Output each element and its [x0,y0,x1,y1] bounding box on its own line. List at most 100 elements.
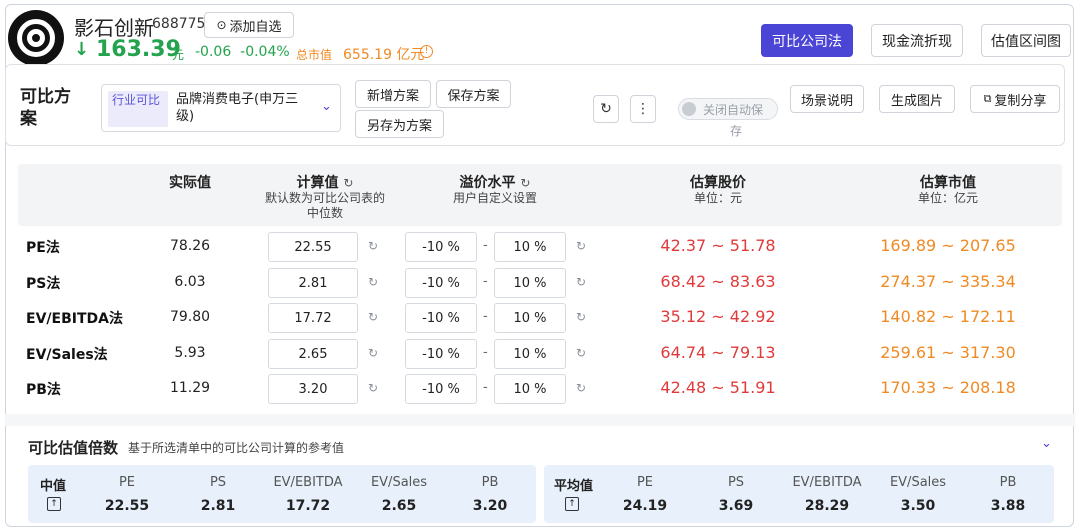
average-card: 平均值 ↑ [544,465,1054,523]
copy-share-button[interactable]: ⧉ 复制分享 [970,85,1060,113]
estimated-mcap-range: 170.33 ~ 208.18 [880,378,1016,397]
row-actual-value: 6.03 [174,274,206,290]
row-refresh-icon[interactable]: ↻ [368,310,378,324]
auto-save-label-cont: 存 [730,124,743,138]
row-premium-refresh-icon[interactable]: ↻ [576,381,586,395]
average-value-0: 24.19 [622,498,668,514]
expand-icon[interactable]: ↑ [47,497,61,511]
premium-high-input[interactable]: 10 % [494,268,566,298]
generate-image-button[interactable]: 生成图片 [879,85,955,113]
row-actual-value: 5.93 [174,345,206,361]
premium-low-input[interactable]: -10 % [405,303,477,333]
expand-icon[interactable]: ↑ [565,497,579,511]
calc-value-input[interactable]: 3.20 [268,374,358,404]
new-plan-button[interactable]: 新增方案 [355,80,431,108]
premium-high-input[interactable]: 10 % [494,339,566,369]
header-premium-refresh-icon[interactable]: ↻ [520,176,530,190]
tab-valuation-range[interactable]: 估值区间图 [981,24,1071,57]
info-icon[interactable]: ! [420,45,433,58]
estimated-mcap-range: 169.89 ~ 207.65 [880,236,1016,255]
calc-value-input[interactable]: 22.55 [268,232,358,262]
median-value-2: 17.72 [285,498,331,514]
premium-low-input[interactable]: -10 % [405,268,477,298]
market-cap-value: 655.19 亿元 [343,47,425,63]
row-premium-refresh-icon[interactable]: ↻ [576,275,586,289]
median-value-3: 2.65 [381,498,417,514]
premium-high-input[interactable]: 10 % [494,303,566,333]
chevron-down-icon[interactable]: ⌄ [1041,436,1052,451]
row-refresh-icon[interactable]: ↻ [368,381,378,395]
premium-high-input[interactable]: 10 % [494,374,566,404]
scene-description-button[interactable]: 场景说明 [790,85,864,113]
calc-value-input[interactable]: 17.72 [268,303,358,333]
save-as-plan-button[interactable]: 另存为方案 [355,110,444,138]
row-method-name: PE法 [26,240,60,256]
calc-value-input[interactable]: 2.65 [268,339,358,369]
header-premium: 溢价水平 ↻ [440,172,550,192]
range-dash: - [483,380,488,395]
row-refresh-icon[interactable]: ↻ [368,346,378,360]
calc-value-input[interactable]: 2.81 [268,268,358,298]
average-value-2: 28.29 [804,498,850,514]
refresh-icon[interactable]: ↻ [593,95,619,123]
average-header-2: EV/EBITDA [792,475,862,490]
estimated-price-range: 64.74 ~ 79.13 [660,343,776,362]
section-divider [5,414,1075,426]
average-header-0: PE [636,475,654,490]
row-premium-refresh-icon[interactable]: ↻ [576,310,586,324]
header-mcap: 估算市值 [920,175,976,191]
row-actual-value: 11.29 [169,380,211,396]
panel-title: 可比方案 [20,87,71,129]
header-calc: 计算值 ↻ [270,172,380,192]
premium-low-input[interactable]: -10 % [405,232,477,262]
price-change: -0.06 -0.04% [195,44,290,60]
row-method-name: PB法 [26,382,61,398]
header-premium-label: 溢价水平 [459,175,516,191]
header-calc-sub-line1: 默认数为可比公司表的 [264,191,385,205]
median-header-3: EV/Sales [370,475,428,490]
header-calc-refresh-icon[interactable]: ↻ [343,176,353,190]
row-refresh-icon[interactable]: ↻ [368,275,378,289]
industry-select[interactable]: 行业可比 品牌消费电子(申万三级) ⌄ [101,84,341,132]
range-dash: - [483,274,488,289]
save-plan-button[interactable]: 保存方案 [436,80,511,108]
range-dash: - [483,309,488,324]
estimated-mcap-range: 140.82 ~ 172.11 [880,307,1016,326]
chevron-down-icon: ⌄ [321,99,332,114]
premium-low-input[interactable]: -10 % [405,374,477,404]
range-dash: - [483,345,488,360]
average-value-3: 3.50 [900,498,936,514]
row-premium-refresh-icon[interactable]: ↻ [576,239,586,253]
average-header-1: PS [727,475,745,490]
median-value-0: 22.55 [104,498,150,514]
median-header-4: PB [481,475,499,490]
median-value-4: 3.20 [472,498,508,514]
header-actual: 实际值 [169,175,211,191]
price-change-pct: -0.04% [240,44,290,60]
median-header-0: PE [118,475,136,490]
row-refresh-icon[interactable]: ↻ [368,239,378,253]
premium-high-input[interactable]: 10 % [494,232,566,262]
more-icon[interactable]: ⋮ [630,95,656,123]
price-unit: 元 [172,48,185,62]
premium-low-input[interactable]: -10 % [405,339,477,369]
price-change-abs: -0.06 [195,44,232,60]
row-method-name: EV/EBITDA法 [26,311,123,327]
multiples-title: 可比估值倍数 [28,439,119,457]
estimated-price-range: 42.37 ~ 51.78 [660,236,776,255]
header-price: 估算股价 [690,175,746,191]
average-header-3: EV/Sales [889,475,947,490]
multiples-subtitle: 基于所选清单中的可比公司计算的参考值 [128,441,345,455]
median-header-1: PS [209,475,227,490]
tab-dcf[interactable]: 现金流折现 [871,24,963,57]
add-watchlist-button[interactable]: ⊙ 添加自选 [204,12,294,38]
header-mcap-unit: 单位：亿元 [917,191,978,205]
median-label: 中值 [40,479,67,494]
row-actual-value: 79.80 [169,309,211,325]
tab-comparable-company[interactable]: 可比公司法 [761,24,853,57]
header-calc-sub: 默认数为可比公司表的 中位数 [250,191,400,221]
row-method-name: PS法 [26,276,61,292]
row-premium-refresh-icon[interactable]: ↻ [576,346,586,360]
header-calc-label: 计算值 [296,175,339,191]
copy-icon: ⧉ [983,92,992,105]
